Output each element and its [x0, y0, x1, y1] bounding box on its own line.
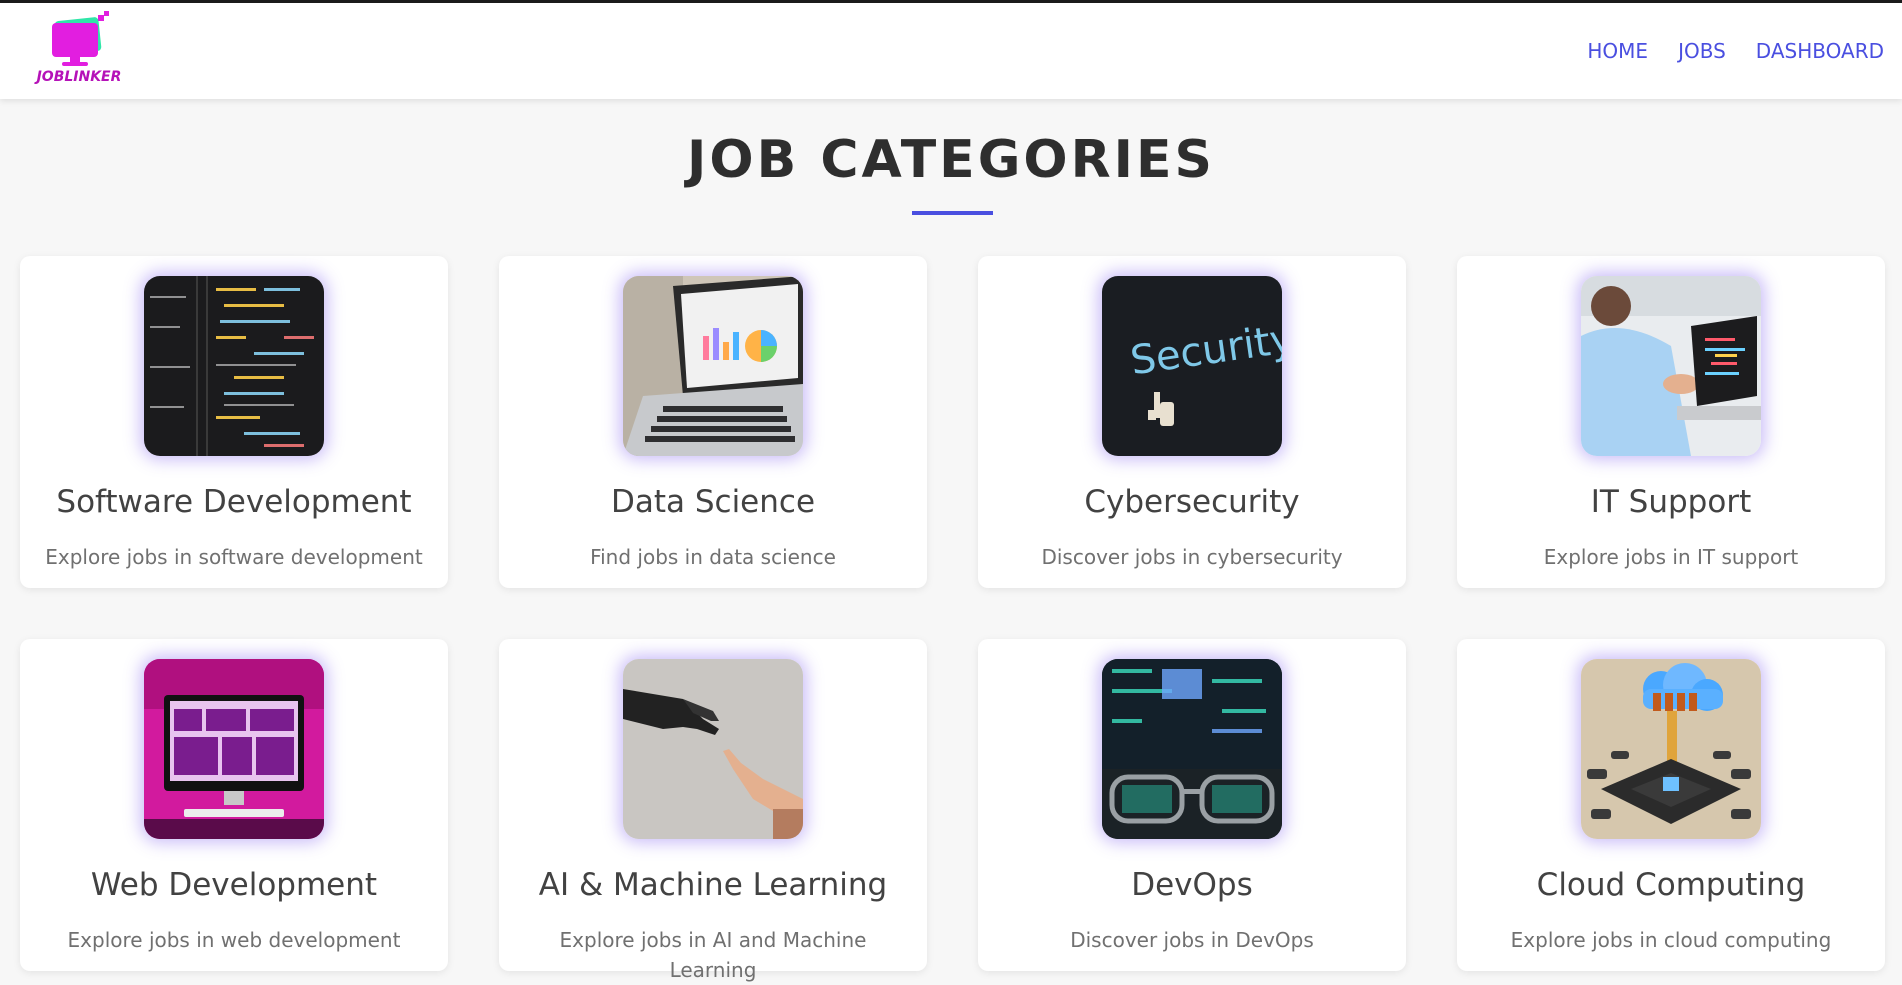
person-laptop-image [1581, 276, 1761, 456]
category-title: Cybersecurity [1084, 484, 1300, 520]
code-glasses-image [1102, 659, 1282, 839]
category-title: Software Development [56, 484, 412, 520]
category-card-ai-machine-learning[interactable]: AI & Machine Learning Explore jobs in AI… [499, 639, 927, 982]
security-screen-image: Security [1102, 276, 1282, 456]
category-title: Cloud Computing [1536, 867, 1806, 903]
category-title: Data Science [610, 484, 816, 520]
page-title: JOB CATEGORIES [687, 130, 1215, 190]
desktop-monitor-image [144, 659, 324, 839]
category-card-web-development[interactable]: Web Development Explore jobs in web deve… [20, 639, 448, 971]
category-title: DevOps [1131, 867, 1253, 903]
main-nav: HOME JOBS DASHBOARD [1587, 3, 1884, 99]
category-description: Explore jobs in IT support [1543, 545, 1799, 569]
category-description: Explore jobs in cloud computing [1510, 928, 1832, 952]
category-description: Discover jobs in cybersecurity [1041, 545, 1343, 569]
joblinker-logo[interactable]: JOBLINKER [34, 11, 124, 89]
robot-hand-image [623, 659, 803, 839]
logo-text: JOBLINKER [36, 69, 122, 85]
category-card-cloud-computing[interactable]: Cloud Computing Explore jobs in cloud co… [1457, 639, 1885, 971]
site-header: JOBLINKER HOME JOBS DASHBOARD [0, 3, 1902, 99]
category-card-software-development[interactable]: Software Development Explore jobs in sof… [20, 256, 448, 588]
title-underline [912, 211, 993, 215]
category-card-cybersecurity[interactable]: Security Cybersecurity Discover jobs in … [978, 256, 1406, 588]
code-screen-image [144, 276, 324, 456]
category-description: Find jobs in data science [590, 545, 836, 569]
category-card-data-science[interactable]: Data Science Find jobs in data science [499, 256, 927, 588]
category-description: Explore jobs in web development [67, 928, 401, 952]
monitor-logo-icon [52, 11, 109, 66]
category-title: AI & Machine Learning [538, 867, 888, 903]
nav-dashboard[interactable]: DASHBOARD [1756, 39, 1884, 63]
category-title: IT Support [1590, 484, 1752, 520]
category-description: Explore jobs in software development [45, 545, 423, 569]
category-title: Web Development [90, 867, 378, 903]
nav-home[interactable]: HOME [1587, 39, 1648, 63]
category-card-it-support[interactable]: IT Support Explore jobs in IT support [1457, 256, 1885, 588]
laptop-charts-image [623, 276, 803, 456]
nav-jobs[interactable]: JOBS [1678, 39, 1726, 63]
category-description: Discover jobs in DevOps [1070, 928, 1314, 952]
category-card-devops[interactable]: DevOps Discover jobs in DevOps [978, 639, 1406, 971]
cloud-chip-image [1581, 659, 1761, 839]
category-description: Explore jobs in AI and Machine Learning [559, 928, 867, 982]
